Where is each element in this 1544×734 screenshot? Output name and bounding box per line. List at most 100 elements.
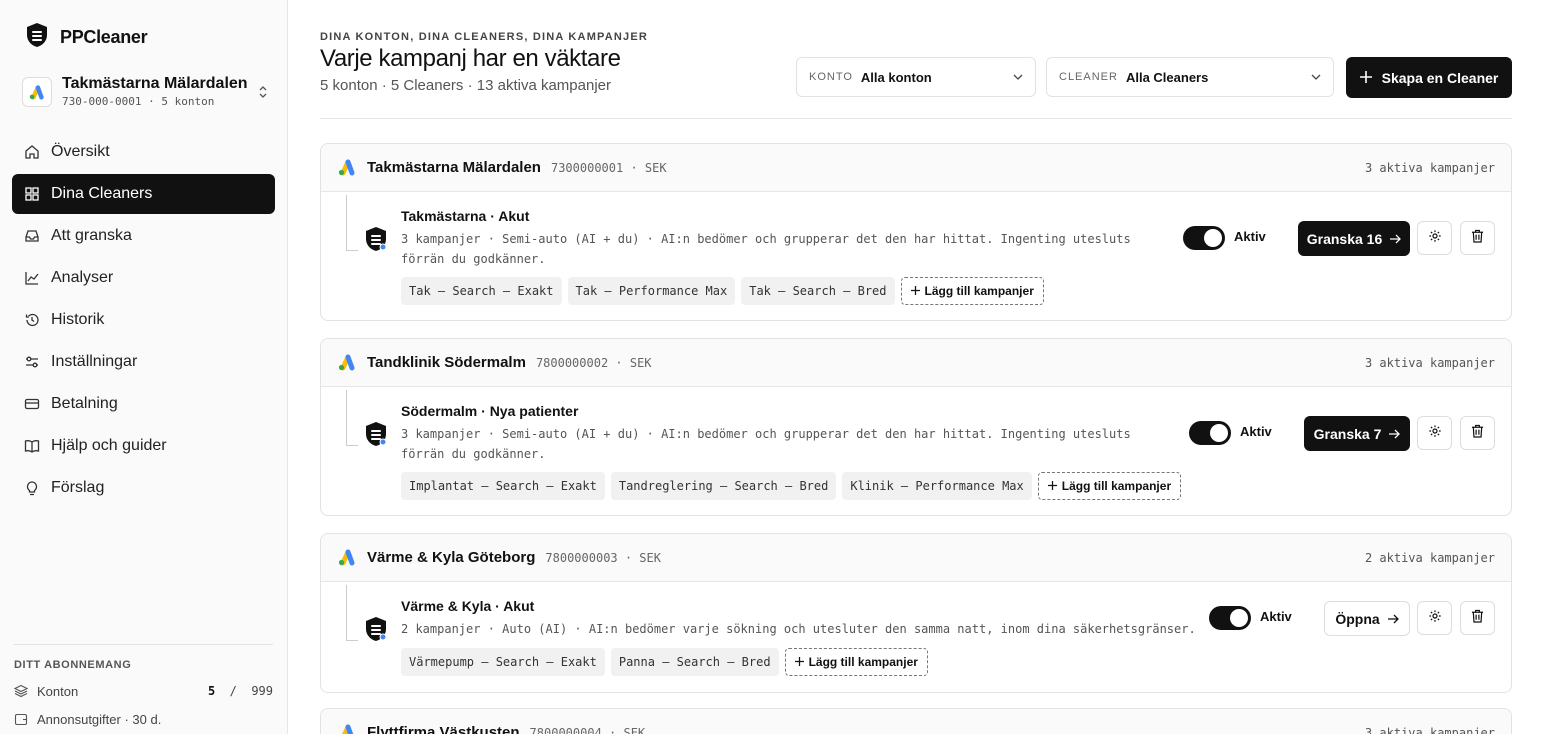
google-ads-icon [337, 548, 357, 568]
google-ads-icon [337, 723, 357, 734]
gear-icon [1428, 609, 1442, 628]
account-name: Värme & Kyla Göteborg [367, 549, 536, 566]
book-icon [24, 438, 40, 454]
account-switcher[interactable]: Takmästarna Mälardalen 730-000-0001 · 5 … [22, 72, 270, 112]
cleaner-name[interactable]: Takmästarna · Akut [401, 208, 529, 224]
account-name: Flyttfirma Västkusten [367, 724, 520, 734]
campaign-chip[interactable]: Tandreglering — Search — Bred [610, 472, 837, 500]
account-card-header: Värme & Kyla Göteborg 7800000003 · SEK 2… [321, 534, 1511, 582]
account-id: 7800000003 · SEK [545, 550, 661, 565]
account-card-header: Flyttfirma Västkusten 7800000004 · SEK 3… [321, 709, 1511, 734]
plus-icon [910, 284, 920, 298]
campaign-chip[interactable]: Tak — Performance Max [567, 277, 736, 305]
campaign-chip[interactable]: Tak — Search — Exakt [401, 277, 562, 305]
sliders-icon [24, 354, 40, 370]
campaign-chips: Tak — Search — Exakt Tak — Performance M… [401, 277, 1044, 305]
account-filter[interactable]: KONTO Alla konton [796, 57, 1036, 97]
account-name: Takmästarna Mälardalen [367, 159, 541, 176]
tree-connector [346, 195, 358, 251]
subscription-accounts-row: Konton 5 / 999 [14, 683, 273, 699]
cleaner-row: Takmästarna · Akut 3 kampanjer · Semi-au… [321, 192, 1511, 320]
sidebar: PPCleaner Takmästarna Mälardalen 730-000… [0, 0, 288, 734]
cleaner-description: 2 kampanjer · Auto (AI) · AI:n bedömer v… [401, 622, 1196, 636]
main-nav: Översikt Dina Cleaners Att granska Analy… [12, 132, 275, 510]
nav-label: Historik [51, 311, 105, 328]
card-icon [24, 396, 40, 412]
cleaner-name[interactable]: Värme & Kyla · Akut [401, 598, 534, 614]
chevron-down-icon [1013, 74, 1023, 80]
status-toggle[interactable] [1183, 226, 1225, 250]
nav-item-att-granska[interactable]: Att granska [12, 216, 275, 256]
active-campaigns-count: 3 aktiva kampanjer [1364, 160, 1495, 175]
delete-button[interactable] [1460, 221, 1495, 255]
add-campaigns-button[interactable]: Lägg till kampanjer [1037, 472, 1182, 500]
campaign-chip[interactable]: Värmepump — Search — Exakt [401, 648, 605, 676]
plus-icon [1047, 479, 1057, 493]
review-button[interactable]: Granska 7 [1304, 416, 1410, 451]
trash-icon [1471, 229, 1484, 248]
cleaner-name[interactable]: Södermalm · Nya patienter [401, 403, 578, 419]
create-cleaner-label: Skapa en Cleaner [1381, 69, 1499, 86]
review-button[interactable]: Granska 16 [1298, 221, 1410, 256]
nav-label: Betalning [51, 395, 118, 412]
campaign-chip[interactable]: Tak — Search — Bred [741, 277, 895, 305]
cleaner-row: Värme & Kyla · Akut 2 kampanjer · Auto (… [321, 582, 1511, 692]
toggle-knob [1210, 424, 1228, 442]
gear-icon [1428, 229, 1442, 248]
status-label: Aktiv [1240, 424, 1272, 439]
account-meta: 730-000-0001 · 5 konton [62, 95, 215, 108]
nav-label: Hjälp och guider [51, 437, 167, 454]
settings-button[interactable] [1417, 221, 1452, 255]
gear-icon [1428, 424, 1442, 443]
grid-icon [24, 186, 40, 202]
filter-value: Alla konton [860, 69, 932, 85]
arrow-right-icon [1387, 611, 1399, 627]
nav-item-analyser[interactable]: Analyser [12, 258, 275, 298]
open-button[interactable]: Öppna [1324, 601, 1410, 636]
nav-item-historik[interactable]: Historik [12, 300, 275, 340]
chevron-updown-icon [256, 84, 270, 100]
nav-item-hjalp[interactable]: Hjälp och guider [12, 426, 275, 466]
app-name: PPCleaner [60, 27, 148, 47]
status-toggle[interactable] [1189, 421, 1231, 445]
campaign-chip[interactable]: Panna — Search — Bred [610, 648, 779, 676]
add-campaigns-button[interactable]: Lägg till kampanjer [900, 277, 1044, 305]
bulb-icon [24, 480, 40, 496]
subscription-row-label: Konton [37, 683, 79, 699]
status-toggle[interactable] [1209, 606, 1251, 630]
nav-item-betalning[interactable]: Betalning [12, 384, 275, 424]
create-cleaner-button[interactable]: Skapa en Cleaner [1346, 57, 1512, 98]
campaign-chips: Värmepump — Search — Exakt Panna — Searc… [401, 648, 928, 676]
nav-label: Analyser [51, 269, 114, 286]
nav-item-oversikt[interactable]: Översikt [12, 132, 275, 172]
nav-label: Inställningar [51, 353, 138, 370]
settings-button[interactable] [1417, 601, 1452, 635]
campaign-chip[interactable]: Implantat — Search — Exakt [401, 472, 605, 500]
subscription-title: DITT ABONNEMANG [14, 659, 132, 671]
account-card: Takmästarna Mälardalen 7300000001 · SEK … [320, 143, 1512, 321]
nav-item-dina-cleaners[interactable]: Dina Cleaners [12, 174, 275, 214]
account-id: 7800000004 · SEK [529, 725, 646, 734]
tree-connector [346, 390, 358, 446]
campaign-chip[interactable]: Klinik — Performance Max [842, 472, 1032, 500]
nav-item-installningar[interactable]: Inställningar [12, 342, 275, 382]
google-ads-icon [337, 353, 357, 373]
settings-button[interactable] [1417, 416, 1452, 450]
ppcleaner-logo-icon [24, 22, 50, 53]
arrow-right-icon [1390, 231, 1402, 247]
accounts-separator: / [229, 684, 237, 698]
subscription-panel: DITT ABONNEMANG Konton 5 / 999 Annonsutg… [14, 644, 273, 727]
nav-item-forslag[interactable]: Förslag [12, 468, 275, 508]
history-icon [24, 312, 40, 328]
cleaner-filter[interactable]: CLEANER Alla Cleaners [1046, 57, 1334, 97]
status-label: Aktiv [1260, 609, 1292, 624]
add-campaigns-label: Lägg till kampanjer [924, 284, 1034, 298]
add-campaigns-button[interactable]: Lägg till kampanjer [784, 648, 928, 676]
account-card-header: Takmästarna Mälardalen 7300000001 · SEK … [321, 144, 1511, 192]
delete-button[interactable] [1460, 416, 1495, 450]
brand[interactable]: PPCleaner [24, 22, 148, 53]
layers-icon [14, 684, 28, 698]
delete-button[interactable] [1460, 601, 1495, 635]
page-subtitle: 5 konton · 5 Cleaners · 13 aktiva kampan… [320, 77, 611, 94]
chart-icon [24, 270, 40, 286]
